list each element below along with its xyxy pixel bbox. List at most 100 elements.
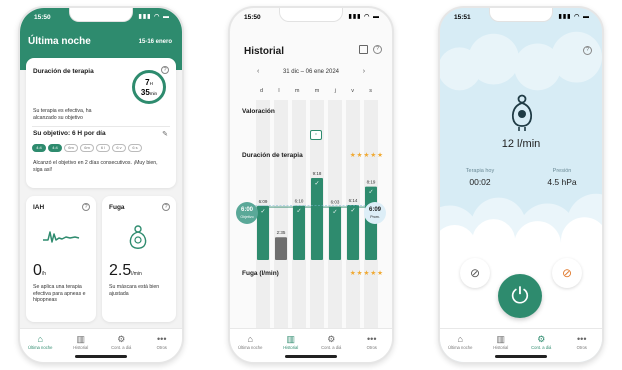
signal-wifi-battery-icon: ▮▮▮ ◠ ▬ [558,14,590,20]
tab-label: Cont. a diá [531,345,552,350]
gear-icon: ⚙ [327,334,336,344]
objective-tag: 6:00 Objetivo [236,202,258,224]
duration-bar [311,177,323,260]
leak-title: Fuga [109,204,125,211]
status-bar: 15:50 ▮▮▮ ◠ ▬ [20,12,182,26]
tab-label: Última noche [238,345,263,350]
tab-label: Historial [283,345,299,350]
apnea-wave-icon [43,231,80,243]
bar-value-label: 6:14 [349,198,358,203]
iah-card[interactable]: IAH ? 0/h Se aplica una terapia efectiva… [26,196,96,322]
status-time: 15:50 [34,14,51,21]
bar-value-label: 9:18 [313,171,322,176]
iah-message: Se aplica una terapia efectiva para apne… [33,284,86,303]
night-date: 15-16 enero [138,39,172,45]
tab-last-night[interactable]: ⌂ Última noche [234,334,266,362]
leak-message: Su máscara está bien ajustada [109,284,160,297]
tab-others[interactable]: ••• Otros [566,334,598,362]
minutes-unit: min [149,91,158,96]
average-tag: 6:09 Prom. [364,202,386,224]
hours-unit: H [149,81,153,86]
bed-icon: ⌂ [37,334,43,344]
power-button[interactable]: ⏻ [498,274,542,318]
goal-day: 6m [64,144,78,152]
leak-card[interactable]: Fuga ? 2.5l/min Su máscara está bien aju… [102,196,176,322]
tab-label: Cont. a diá [321,345,342,350]
objective-label: Objetivo [240,215,254,219]
tab-others[interactable]: ••• Otros [146,334,178,362]
status-time: 15:51 [454,14,471,21]
more-icon: ••• [577,334,587,344]
leak-value-wrap: 2.5l/min [109,262,142,280]
duration-minutes: 35 [140,88,150,97]
power-icon: ⏻ [511,283,529,308]
goal-day: 6 s [128,144,142,152]
help-icon[interactable]: ? [162,203,170,211]
phone-device: 15:51 ▮▮▮ ◠ ▬ ? 12 l/min Terapia hoy 00:… [438,6,604,364]
bar-chart-icon: ▥ [286,334,295,344]
screenshot-stage: 15:50 ▮▮▮ ◠ ▬ Última noche 15-16 enero D… [0,0,622,370]
mask-icon [129,225,147,249]
tab-label: Cont. a diá [111,345,132,350]
status-bar: 15:51 ▮▮▮ ◠ ▬ [440,12,602,26]
signal-wifi-battery-icon: ▮▮▮ ◠ ▬ [138,14,170,20]
status-time: 15:50 [244,14,261,21]
goal-day: 4:4 [32,144,46,152]
edit-icon[interactable]: ✎ [162,130,168,138]
objective-value: 6:00 [240,207,253,213]
therapy-today-label: Terapia hoy [465,168,495,174]
pressure-label: Presión [552,168,572,174]
tab-label: Otros [366,345,377,350]
humidifier-off-icon: ⊘ [561,266,573,280]
therapy-duration-title: Duración de terapia [33,68,94,75]
tab-last-night[interactable]: ⌂ Última noche [444,334,476,362]
iah-value: 0 [33,262,42,279]
more-icon: ••• [157,334,167,344]
goal-met-check-icon: ✓ [296,208,301,215]
bar-value-label: 6:03 [331,200,340,205]
flow-value: 12 l/min [501,138,541,150]
tab-label: Otros [576,345,587,350]
goal-met-check-icon: ✓ [368,189,373,196]
mask-fit-off-icon: ⊘ [469,266,481,280]
leak-section-title: Fuga (l/min) [242,270,279,277]
therapy-message: Su terapia es efectiva, ha alcanzado su … [33,108,92,121]
goal-met-check-icon: ✓ [350,207,355,214]
bed-icon: ⌂ [457,334,463,344]
gear-icon: ⚙ [117,334,126,344]
bar-chart-icon: ▥ [76,334,85,344]
help-icon[interactable]: ? [583,46,592,55]
tab-label: Historial [73,345,89,350]
tab-bar: ⌂ Última noche ▥ Historial ⚙ Cont. a diá ••… [230,328,392,362]
average-label: Prom. [370,215,380,219]
iah-title: IAH [33,204,45,211]
goal-message: Alcanzó el objetivo en 2 días consecutiv… [33,160,158,173]
bar-value-label: 8:19 [367,180,376,185]
goal-days: 4:4 4:4 6m 6m 6 l 6 v 6 s [32,144,142,152]
therapy-card[interactable]: Duración de terapia ? 7H 35min Su terapi… [26,58,176,188]
tab-bar: ⌂ Última noche ▥ Historial ⚙ Cont. a diá ••… [440,328,602,362]
bar-value-label: 6:09 [259,199,268,204]
home-indicator [75,355,127,358]
help-icon[interactable]: ? [82,203,90,211]
goal-met-check-icon: ✓ [260,208,265,215]
home-indicator [495,355,547,358]
duration-bar [275,237,287,260]
bar-value-label: 6:10 [295,199,304,204]
bar-value-label: 2:35 [277,230,286,235]
leak-value: 2.5 [109,262,132,279]
iah-value-wrap: 0/h [33,262,46,280]
duration-ring: 7H 35min [132,70,166,104]
phone-last-night: 15:50 ▮▮▮ ◠ ▬ Última noche 15-16 enero D… [18,6,184,364]
goal-met-check-icon: ✓ [314,180,319,187]
mask-fit-button[interactable]: ⊘ [460,258,490,288]
status-bar: 15:50 ▮▮▮ ◠ ▬ [230,12,392,26]
home-indicator [285,355,337,358]
tab-last-night[interactable]: ⌂ Última noche [24,334,56,362]
humidifier-button[interactable]: ⊘ [552,258,582,288]
help-icon[interactable]: ? [161,66,169,74]
tab-others[interactable]: ••• Otros [356,334,388,362]
tab-label: Otros [156,345,167,350]
iah-unit: /h [41,271,47,277]
tab-label: Última noche [448,345,473,350]
